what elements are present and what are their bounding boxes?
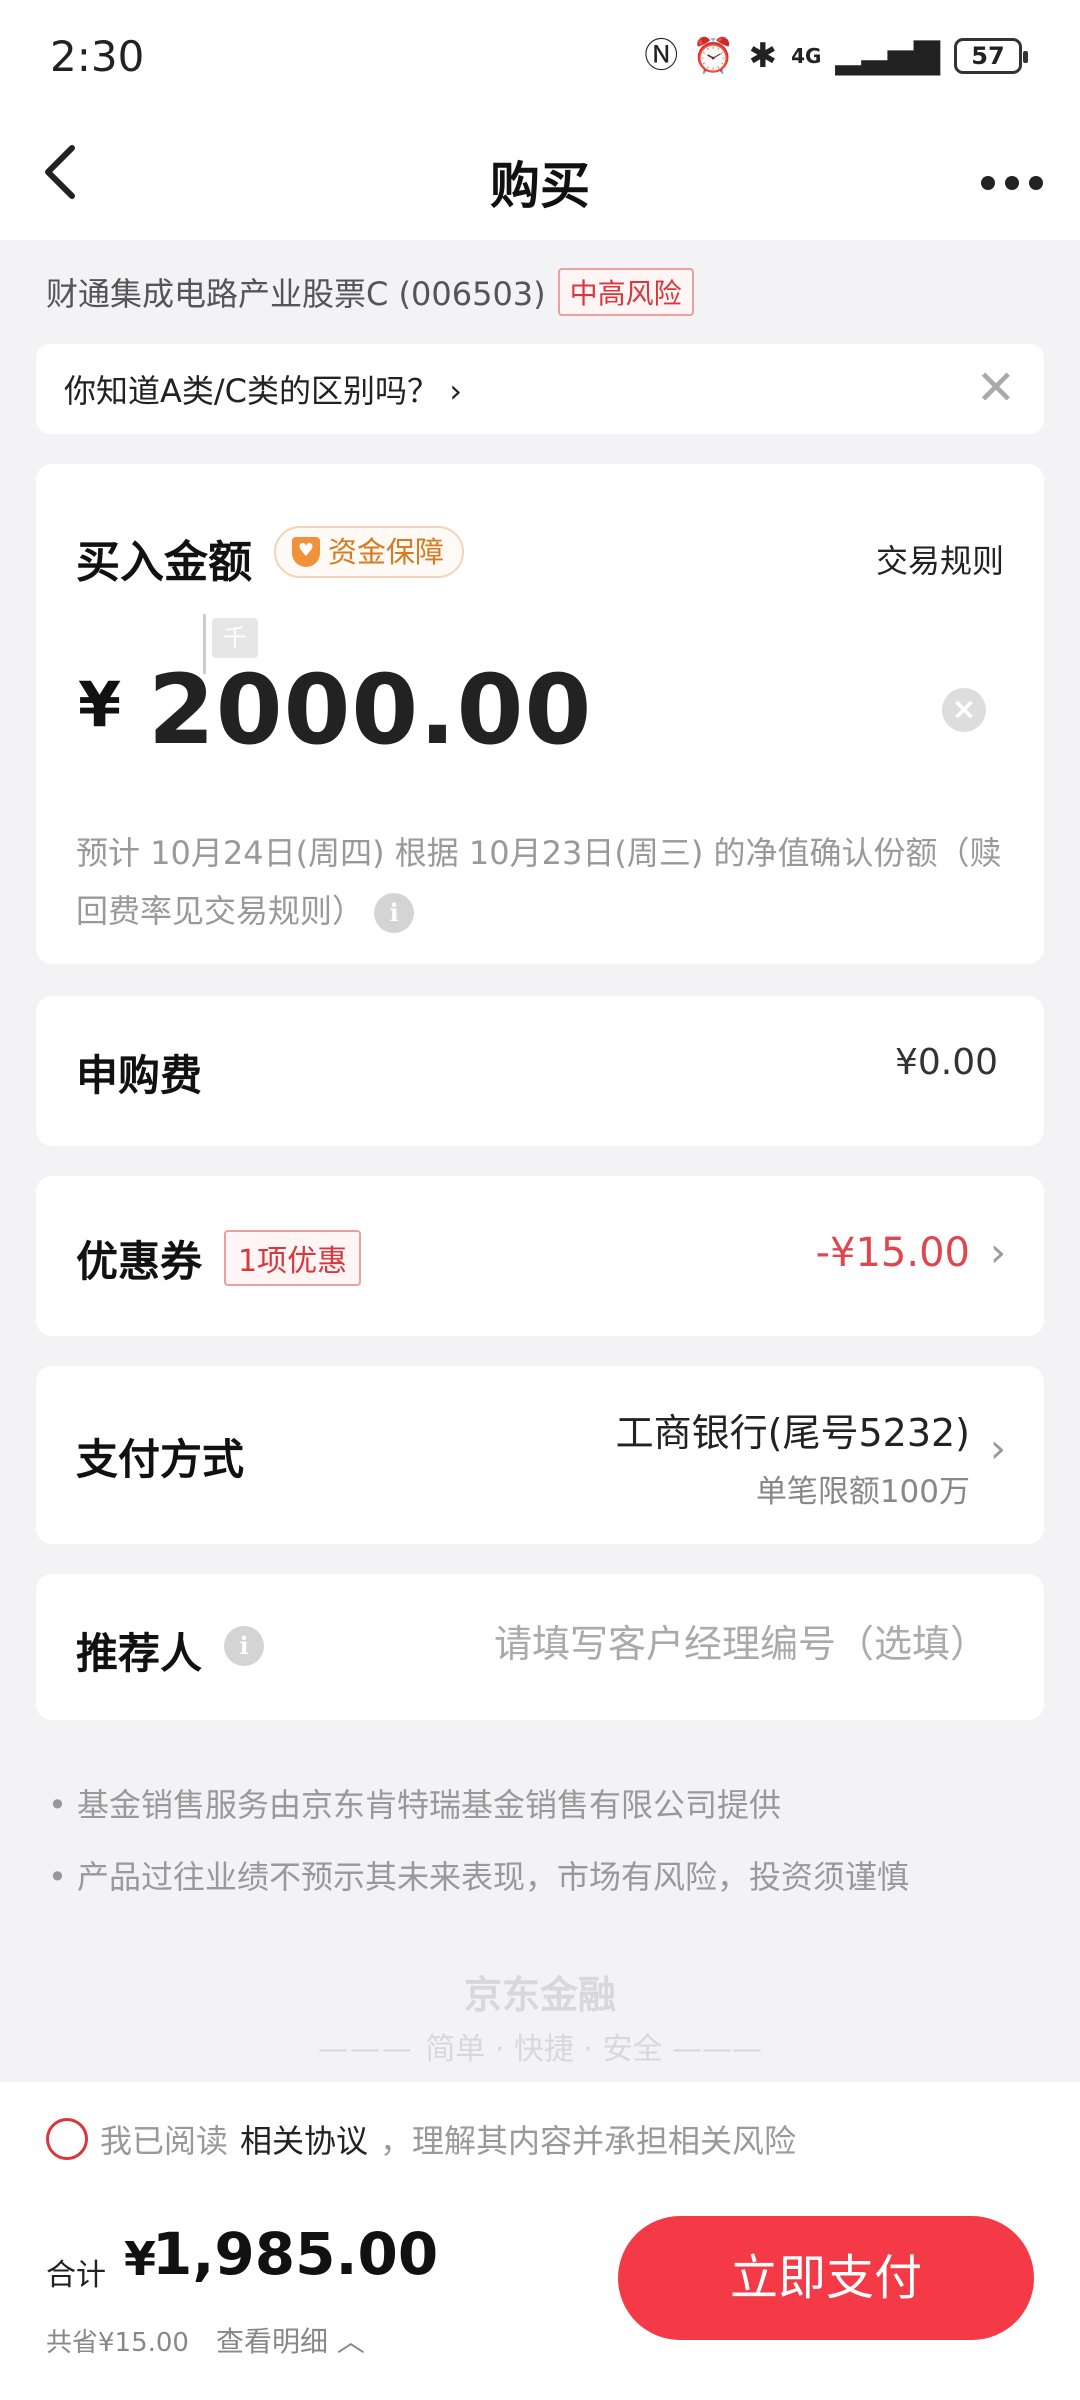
payment-limit: 单笔限额100万 [755, 1474, 970, 1510]
amount-card: 买入金额 ♥ 资金保障 交易规则 千 ¥ 2000.00 × 预计 10月24日… [36, 464, 1044, 964]
battery-icon: 57 [954, 38, 1028, 74]
fund-name: 财通集成电路产业股票C (006503) [46, 275, 546, 313]
status-bar: 2:30 Ⓝ ⏰ ✱ 4G ▂▃▅▇ 57 [0, 0, 1080, 118]
class-tip-banner[interactable]: 你知道A类/C类的区别吗？ › ✕ [36, 344, 1044, 434]
currency-symbol: ¥ [78, 668, 122, 741]
slogan-text: 简单 · 快捷 · 安全 [425, 2032, 663, 2067]
alarm-icon: ⏰ [692, 36, 735, 76]
agreement-prefix: 我已阅读 [100, 2122, 229, 2160]
brand-logo: 京东金融 [0, 1964, 1080, 2019]
status-icons: Ⓝ ⏰ ✱ 4G ▂▃▅▇ 57 [644, 36, 1028, 76]
pay-now-button[interactable]: 立即支付 [618, 2216, 1034, 2340]
total-amount: 1,985.00 [152, 2220, 439, 2288]
coupon-value: -¥15.00 [815, 1230, 970, 1276]
disclaimer-item: • 基金销售服务由京东肯特瑞基金销售有限公司提供 [48, 1786, 782, 1824]
fee-value: ¥0.00 [894, 1042, 998, 1083]
close-icon[interactable]: ✕ [976, 360, 1016, 416]
checkout-bar: 我已阅读 相关协议 ，理解其内容并承担相关风险 合计 ¥ 1,985.00 共省… [0, 2082, 1080, 2400]
signal-icon: ▂▃▅▇ [835, 36, 940, 76]
confirm-notice: 预计 10月24日(周四) 根据 10月23日(周三) 的净值确认份额（赎回费率… [76, 824, 1006, 940]
disclaimer-item: • 产品过往业绩不预示其未来表现，市场有风险，投资须谨慎 [48, 1858, 910, 1896]
brand-name: 京东金融 [463, 1973, 616, 2017]
more-dots-icon [981, 176, 1043, 190]
unit-hint: 千 [212, 618, 258, 658]
coupon-label: 优惠券 [76, 1237, 203, 1286]
agreement-checkbox[interactable] [46, 2118, 88, 2160]
purchase-fee-row: 申购费 ¥0.00 [36, 996, 1044, 1146]
fee-label: 申购费 [76, 1051, 203, 1100]
page-title: 购买 [490, 157, 590, 215]
shield-icon: ♥ [292, 537, 320, 567]
total-label: 合计 [46, 2258, 106, 2293]
guarantee-label: 资金保障 [328, 535, 445, 569]
payment-label: 支付方式 [76, 1435, 245, 1484]
view-details-link[interactable]: 查看明细 ︿ [216, 2320, 365, 2360]
status-time: 2:30 [50, 32, 145, 81]
amount-input[interactable]: 2000.00 [148, 654, 592, 766]
brand-slogan: ——— 简单 · 快捷 · 安全 ——— [317, 2032, 763, 2067]
chevron-right-icon: › [990, 1426, 1006, 1472]
referrer-row: 推荐人 i [36, 1574, 1044, 1720]
coupon-row[interactable]: 优惠券 1项优惠 -¥15.00 › [36, 1176, 1044, 1336]
saved-amount: 共省¥15.00 [46, 2328, 189, 2358]
agreement-suffix: ，理解其内容并承担相关风险 [380, 2122, 797, 2160]
coupon-badge: 1项优惠 [224, 1230, 362, 1286]
amount-label: 买入金额 [76, 537, 252, 588]
fund-header: 财通集成电路产业股票C (006503) 中高风险 [46, 268, 694, 316]
trade-rules-link[interactable]: 交易规则 [876, 536, 1004, 582]
info-icon[interactable]: i [224, 1626, 264, 1666]
confirm-text: 预计 10月24日(周四) 根据 10月23日(周三) 的净值确认份额（赎回费率… [76, 834, 1002, 930]
bluetooth-icon: ✱ [748, 36, 778, 76]
more-button[interactable] [980, 150, 1044, 200]
agreement-row: 我已阅读 相关协议 ，理解其内容并承担相关风险 [46, 2116, 796, 2162]
agreement-link[interactable]: 相关协议 [240, 2116, 368, 2162]
referrer-input[interactable] [428, 1614, 988, 1674]
risk-badge: 中高风险 [557, 268, 694, 316]
clear-icon[interactable]: × [942, 688, 986, 732]
info-icon[interactable]: i [374, 893, 415, 933]
nfc-icon: Ⓝ [644, 36, 679, 76]
network-type: 4G [791, 44, 822, 68]
referrer-label: 推荐人 [76, 1629, 203, 1678]
chevron-right-icon: › [990, 1230, 1006, 1276]
nav-bar: 购买 [0, 130, 1080, 226]
fund-guarantee-badge[interactable]: ♥ 资金保障 [274, 526, 465, 578]
tip-text: 你知道A类/C类的区别吗？ › [64, 372, 462, 410]
payment-bank: 工商银行(尾号5232) [615, 1411, 970, 1455]
payment-method-row[interactable]: 支付方式 工商银行(尾号5232) 单笔限额100万 › [36, 1366, 1044, 1544]
